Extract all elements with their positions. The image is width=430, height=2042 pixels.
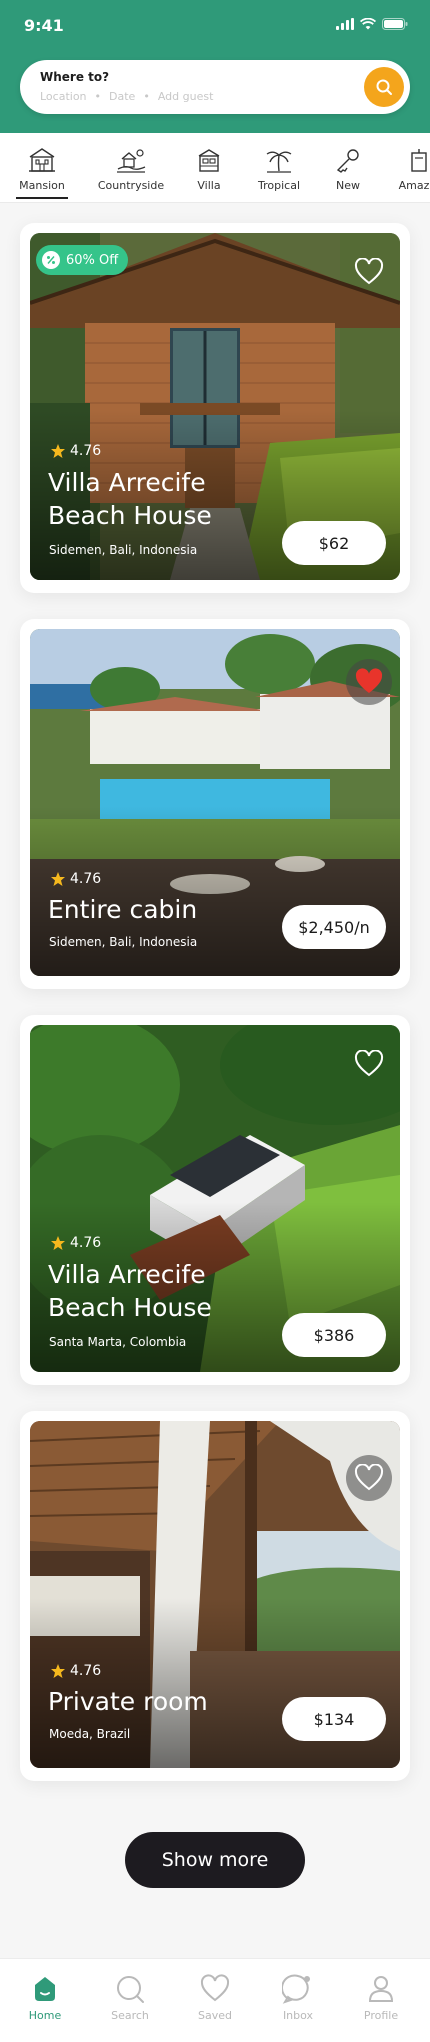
price-pill[interactable]: $62 [282,521,386,565]
star-icon [51,1664,65,1678]
star-icon [51,1236,65,1250]
favorite-button[interactable] [346,1455,392,1501]
villa-icon [198,149,220,172]
nav-label: Inbox [282,2009,314,2022]
favorite-button[interactable] [350,1045,388,1083]
category-amazing[interactable]: Amazin [394,147,430,199]
app-header: 9:41 Where to? Location • Date • Add gue… [0,0,430,133]
chat-icon [282,1974,310,2004]
bottom-nav: Home Search Saved Inbox Profile [0,1958,430,2042]
nav-home[interactable]: Home [10,1973,80,2022]
category-countryside[interactable]: Countryside [97,147,165,199]
search-icon [376,79,392,95]
search-filters: Location • Date • Add guest [40,90,213,103]
amazing-icon [411,149,427,172]
listing-photo[interactable]: 4.76 Villa Arrecife Beach House Santa Ma… [30,1025,400,1372]
heart-outline-icon [354,1050,384,1077]
rating-value: 4.76 [70,1235,102,1251]
rating-value: 4.76 [70,443,102,459]
rating: 4.76 [50,443,101,459]
nav-inbox[interactable]: Inbox [263,1973,333,2022]
heart-outline-icon [354,258,384,285]
price-pill[interactable]: $134 [282,1697,386,1741]
favorite-button[interactable] [346,659,392,705]
category-mansion[interactable]: Mansion [16,147,68,199]
listing-photo[interactable]: 4.76 Entire cabin Sidemen, Bali, Indones… [30,629,400,976]
search-bar[interactable]: Where to? Location • Date • Add guest [20,60,410,114]
nav-profile[interactable]: Profile [346,1973,416,2022]
nav-label: Profile [363,2009,399,2022]
category-label: New [336,179,360,192]
heart-outline-icon [354,1464,384,1491]
palm-tree-icon [266,151,292,173]
category-label: Amazin [398,179,430,192]
nav-label: Home [28,2009,62,2022]
nav-search[interactable]: Search [95,1973,165,2022]
status-time: 9:41 [24,16,64,35]
category-villa[interactable]: Villa [191,147,227,199]
rating: 4.76 [50,1663,101,1679]
nav-saved[interactable]: Saved [180,1973,250,2022]
rating-value: 4.76 [70,871,102,887]
category-label: Villa [197,179,221,192]
show-more-button[interactable]: Show more [125,1832,305,1888]
listing-photo[interactable]: 60% Off 4.76 Villa Arrecife Beach House … [30,233,400,580]
rating: 4.76 [50,1235,101,1251]
listing-title[interactable]: Villa Arrecife Beach House [48,1258,278,1324]
listing-title[interactable]: Villa Arrecife Beach House [48,466,278,532]
favorite-button[interactable] [350,253,388,291]
listing-card[interactable]: 60% Off 4.76 Villa Arrecife Beach House … [20,223,410,593]
search-title: Where to? [40,70,110,84]
nav-label: Saved [198,2009,232,2022]
wifi-icon [360,18,376,30]
star-icon [51,872,65,886]
listing-location: Sidemen, Bali, Indonesia [49,543,198,557]
listing-card[interactable]: 4.76 Villa Arrecife Beach House Santa Ma… [20,1015,410,1385]
listing-card[interactable]: 4.76 Entire cabin Sidemen, Bali, Indones… [20,619,410,989]
star-icon [51,444,65,458]
key-icon [336,149,359,173]
listing-photo[interactable]: 4.76 Private room Moeda, Brazil $134 [30,1421,400,1768]
listing-location: Santa Marta, Colombia [49,1335,187,1349]
profile-icon [368,1976,394,2002]
category-label: Countryside [97,179,165,192]
listing-title[interactable]: Entire cabin [48,893,278,926]
listing-location: Moeda, Brazil [49,1727,131,1741]
category-label: Mansion [19,179,65,192]
signal-icon [336,18,354,30]
listing-card[interactable]: 4.76 Private room Moeda, Brazil $134 [20,1411,410,1781]
search-icon [117,1976,144,2003]
heart-icon [200,1974,230,2002]
date-filter[interactable]: Date [109,90,135,103]
category-new[interactable]: New [331,147,365,199]
search-button[interactable] [364,67,404,107]
category-bar: Mansion Countryside Villa Tropical New A… [0,133,430,203]
battery-icon [382,18,408,30]
category-tropical[interactable]: Tropical [254,147,304,199]
rating-value: 4.76 [70,1663,102,1679]
discount-label: 60% Off [66,252,119,268]
category-label: Tropical [258,179,300,192]
listing-location: Sidemen, Bali, Indonesia [49,935,198,949]
discount-badge: 60% Off [36,245,129,275]
home-icon [35,1977,55,2001]
listing-title[interactable]: Private room [48,1685,278,1718]
price-pill[interactable]: $386 [282,1313,386,1357]
countryside-icon [117,149,146,173]
discount-icon [42,251,60,269]
separator-dot: • [143,90,150,103]
status-icons [336,18,408,30]
separator-dot: • [94,90,102,103]
guest-filter[interactable]: Add guest [158,90,214,103]
rating: 4.76 [50,871,101,887]
heart-filled-icon [355,668,383,693]
price-pill[interactable]: $2,450/n [282,905,386,949]
mansion-icon [29,148,55,172]
nav-label: Search [111,2009,149,2022]
status-bar: 9:41 [0,0,430,54]
location-filter[interactable]: Location [40,90,87,103]
